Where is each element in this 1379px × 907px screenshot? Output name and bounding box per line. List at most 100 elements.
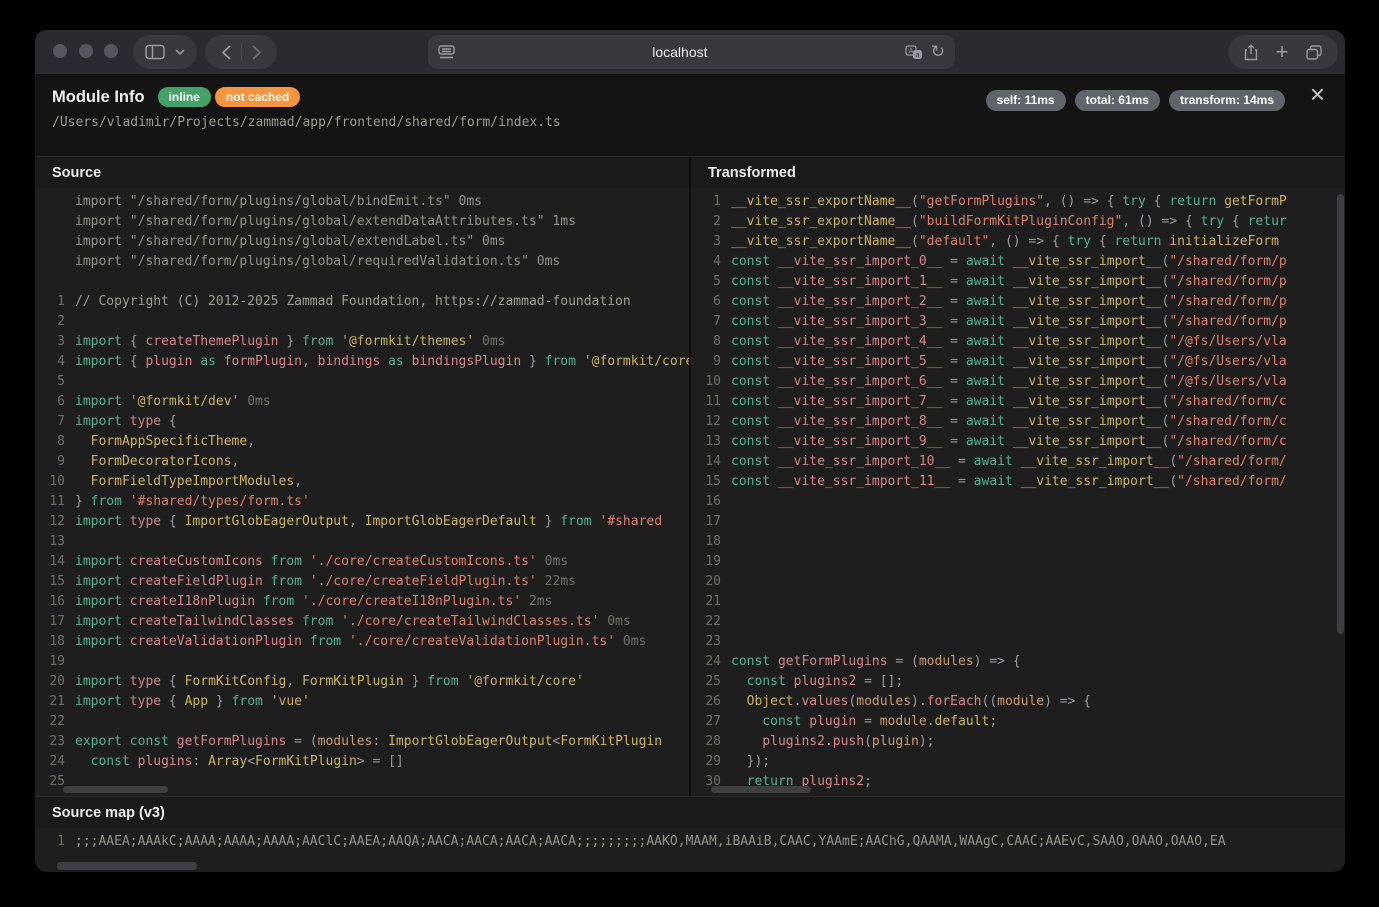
traffic-light-minimize-button[interactable] <box>79 44 93 58</box>
badge-group: inlinenot cached <box>154 87 301 107</box>
horizontal-scrollbar-thumb[interactable] <box>63 786 168 793</box>
browser-window: localhost A a ↻ + <box>35 30 1345 872</box>
code-token: __vite_ssr_import_1__ <box>770 274 942 289</box>
code-token: await <box>966 334 1005 349</box>
sourcemap-panel-title: Source map (v3) <box>35 797 1345 828</box>
code-token: __vite_ssr_import__ <box>1005 414 1162 429</box>
code-token: = <box>942 294 965 309</box>
module-link[interactable]: "/shared/form/c <box>1169 414 1286 429</box>
code-line: 22 <box>35 712 689 732</box>
module-link[interactable]: '#shared <box>592 514 662 529</box>
code-line: 9const __vite_ssr_import_5__ = await __v… <box>691 352 1345 372</box>
sidebar-icon[interactable] <box>145 44 165 60</box>
code-token: , <box>294 474 302 489</box>
reload-icon[interactable]: ↻ <box>931 42 945 62</box>
module-link[interactable]: "/@fs/Users/vla <box>1169 354 1286 369</box>
code-line: 28 plugins2.push(plugin); <box>691 732 1345 752</box>
traffic-light-close-button[interactable] <box>53 44 67 58</box>
line-number: 7 <box>691 312 731 332</box>
tabs-overview-icon[interactable] <box>1306 45 1322 60</box>
line-number: 20 <box>691 572 731 592</box>
translate-icon[interactable]: A a <box>905 45 923 60</box>
code-token: ImportGlobEagerOutput <box>185 514 349 529</box>
reader-icon[interactable] <box>438 45 455 59</box>
code-token: createValidationPlugin <box>122 634 302 649</box>
module-link[interactable]: "default" <box>919 234 989 249</box>
line-number: 5 <box>691 272 731 292</box>
module-link[interactable]: "/shared/form/ <box>1177 474 1287 489</box>
forward-button[interactable] <box>252 45 261 60</box>
code-token: createI18nPlugin <box>122 594 255 609</box>
module-link[interactable]: "/@fs/Users/vla <box>1169 374 1286 389</box>
code-line: import "/shared/form/plugins/global/bind… <box>35 192 689 212</box>
module-link[interactable]: "/shared/form/p <box>1169 254 1286 269</box>
module-link[interactable]: "/@fs/Users/vla <box>1169 334 1286 349</box>
code-token: const <box>731 654 770 669</box>
line-number: 6 <box>35 392 75 412</box>
back-button[interactable] <box>222 45 231 60</box>
code-token: __vite_ssr_import__ <box>1013 474 1170 489</box>
code-line: 17 <box>691 512 1345 532</box>
code-token: modules <box>318 734 373 749</box>
code-token: __vite_ssr_import__ <box>1005 254 1162 269</box>
code-token: __vite_ssr_import__ <box>1005 294 1162 309</box>
module-link[interactable]: './core/createFieldPlugin.ts' <box>302 574 537 589</box>
code-token: } <box>537 514 560 529</box>
code-token: import <box>75 614 122 629</box>
line-number: 25 <box>691 672 731 692</box>
code-line: 9 FormDecoratorIcons, <box>35 452 689 472</box>
svg-text:a: a <box>915 52 919 59</box>
code-token: __vite_ssr_import__ <box>1005 394 1162 409</box>
code-line: 16import createI18nPlugin from './core/c… <box>35 592 689 612</box>
badge-inline: inline <box>158 87 211 107</box>
code-token: { <box>1091 234 1114 249</box>
code-line: 18 <box>691 532 1345 552</box>
code-token: FormDecoratorIcons <box>75 454 232 469</box>
module-link[interactable]: "buildFormKitPluginConfig" <box>919 214 1123 229</box>
code-line: 15import createFieldPlugin from './core/… <box>35 572 689 592</box>
share-icon[interactable] <box>1244 44 1258 61</box>
code-token: await <box>966 434 1005 449</box>
code-token: const <box>731 334 770 349</box>
line-number: 13 <box>691 432 731 452</box>
code-line: 8const __vite_ssr_import_4__ = await __v… <box>691 332 1345 352</box>
code-token: '@formkit/core' <box>459 674 584 689</box>
code-token: ( <box>1169 474 1177 489</box>
code-line: 10 FormFieldTypeImportModules, <box>35 472 689 492</box>
module-link[interactable]: './core/createCustomIcons.ts' <box>302 554 537 569</box>
module-link[interactable]: './core/createI18nPlugin.ts' <box>294 594 521 609</box>
line-number: 26 <box>691 692 731 712</box>
module-link[interactable]: "/shared/form/ <box>1177 454 1287 469</box>
module-link[interactable]: "/shared/form/c <box>1169 434 1286 449</box>
module-link[interactable]: "/shared/form/c <box>1169 394 1286 409</box>
code-token: type <box>122 414 161 429</box>
chevron-down-icon[interactable] <box>175 49 185 55</box>
module-link[interactable]: '#shared/types/form.ts' <box>122 494 310 509</box>
line-number: 9 <box>691 352 731 372</box>
code-token: __vite_ssr_import_11__ <box>770 474 950 489</box>
new-tab-icon[interactable]: + <box>1276 41 1289 63</box>
module-link[interactable]: './core/createValidationPlugin.ts' <box>341 634 615 649</box>
line-number: 23 <box>691 632 731 652</box>
code-token: = <box>950 454 973 469</box>
module-link[interactable]: "/shared/form/p <box>1169 314 1286 329</box>
horizontal-scrollbar-thumb[interactable] <box>57 862 197 870</box>
close-button[interactable]: × <box>1304 80 1331 108</box>
horizontal-scrollbar-thumb[interactable] <box>711 786 811 793</box>
traffic-light-zoom-button[interactable] <box>104 44 118 58</box>
code-token: ( <box>1169 454 1177 469</box>
url-bar[interactable]: localhost A a ↻ <box>428 35 955 69</box>
line-number: 7 <box>35 412 75 432</box>
module-link[interactable]: './core/createTailwindClasses.ts' <box>333 614 599 629</box>
line-number: 1 <box>691 192 731 212</box>
url-text[interactable]: localhost <box>455 44 905 60</box>
module-link[interactable]: "/shared/form/p <box>1169 274 1286 289</box>
module-link[interactable]: "getFormPlugins" <box>919 194 1044 209</box>
code-token: import <box>75 394 122 409</box>
module-link[interactable]: "/shared/form/p <box>1169 294 1286 309</box>
code-token: Object <box>731 694 794 709</box>
vertical-scrollbar-thumb[interactable] <box>1337 194 1344 634</box>
code-token: 'vue' <box>263 694 310 709</box>
code-token: try <box>1201 214 1224 229</box>
code-line: 25 const plugins2 = []; <box>691 672 1345 692</box>
